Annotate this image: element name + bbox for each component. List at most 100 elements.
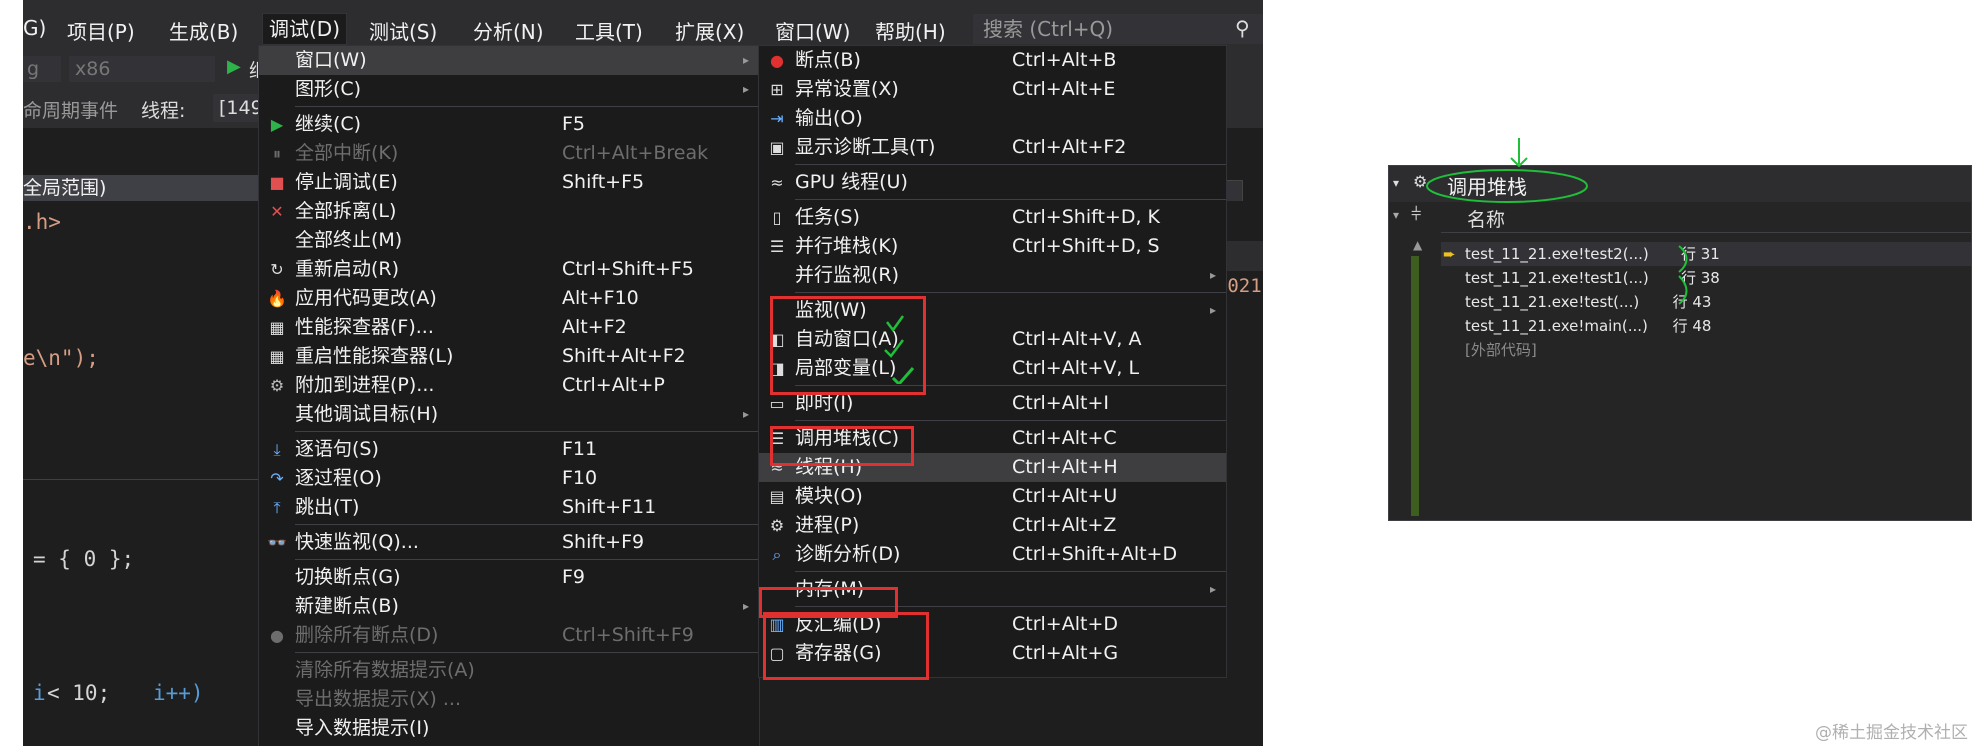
output-icon: ⇥ (770, 109, 784, 128)
debug-menu-item[interactable]: ⏸ 全部中断(K) Ctrl+Alt+Break (259, 139, 759, 168)
restart-icon: ↻ (270, 260, 284, 279)
code-line-printf: e\n"); (23, 346, 99, 370)
menu-item-shortcut: Ctrl+Alt+I (1012, 392, 1109, 414)
debug-menu-item[interactable]: 🔥 应用代码更改(A) Alt+F10 (259, 284, 759, 313)
menu-item-shortcut: Ctrl+Alt+C (1012, 427, 1117, 449)
menu-item-label: 重新启动(R) (295, 258, 400, 280)
menu-item-shortcut: Ctrl+Alt+H (1012, 456, 1118, 478)
menu-item-shortcut: Ctrl+Alt+F2 (1012, 136, 1127, 158)
debug-menu-item[interactable]: 全部终止(M) (259, 226, 759, 255)
menu-debug[interactable]: 调试(D) (261, 13, 348, 45)
annotation-box-disasm (763, 612, 929, 680)
frame-name: [外部代码] (1465, 341, 1537, 359)
debug-menu-item[interactable]: ▦ 重启性能探查器(L) Shift+Alt+F2 (259, 342, 759, 371)
process-icon: ⚙ (769, 516, 785, 535)
menu-item-label: 其他调试目标(H) (295, 403, 439, 425)
close-icon: ✕ (270, 202, 284, 221)
debug-menu-item[interactable]: 清除所有数据提示(A) (259, 656, 759, 685)
task-icon: ▯ (772, 208, 782, 227)
pause-icon: ⏸ (272, 144, 281, 163)
menu-tools[interactable]: 工具(T) (575, 16, 643, 45)
menu-analyze[interactable]: 分析(N) (473, 16, 544, 45)
menu-extensions[interactable]: 扩展(X) (675, 16, 744, 45)
menu-item-label: 任务(S) (795, 206, 860, 228)
window-menu-item[interactable]: ≈ GPU 线程(U) (759, 168, 1226, 197)
debug-menu-item[interactable]: ⤒ 跳出(T) Shift+F11 (259, 493, 759, 522)
debug-menu-item[interactable]: 导入数据提示(I) (259, 714, 759, 743)
debug-menu-item[interactable]: ● 删除所有断点(D) Ctrl+Shift+F9 (259, 621, 759, 650)
window-menu-item[interactable]: ⌕ 诊断分析(D) Ctrl+Shift+Alt+D (759, 540, 1226, 569)
debug-menu-item[interactable]: ■ 停止调试(E) Shift+F5 (259, 168, 759, 197)
menu-item-shortcut: F5 (562, 113, 586, 135)
platform-dropdown[interactable]: x86 (69, 56, 215, 82)
chevron-right-icon: ▸ (742, 53, 749, 67)
menu-item-label: 进程(P) (795, 514, 860, 536)
menu-item-label: 窗口(W) (295, 49, 367, 71)
debug-menu-item[interactable]: ⚙ 附加到进程(P)... Ctrl+Alt+P (259, 371, 759, 400)
window-menu-item[interactable]: ▤ 模块(O) Ctrl+Alt+U (759, 482, 1226, 511)
lifecycle-events[interactable]: 命周期事件 (23, 96, 118, 123)
menu-item-shortcut: Ctrl+Shift+D, K (1012, 206, 1161, 228)
window-menu-item[interactable]: ☰ 并行堆栈(K) Ctrl+Shift+D, S (759, 232, 1226, 261)
table-row[interactable]: [外部代码] (1441, 338, 1971, 362)
window-menu-item[interactable]: ● 断点(B) Ctrl+Alt+B (759, 46, 1226, 75)
debug-menu-item[interactable]: 切换断点(G) F9 (259, 563, 759, 592)
callstack-panel: ▾ ⚙ 调用堆栈 ▾ ⫩ 名称 ▲ ➨ test_11_21.exe!test2(… (1388, 138, 1972, 521)
play-icon: ▶ (270, 115, 284, 134)
debug-menu-item[interactable]: ↻ 重新启动(R) Ctrl+Shift+F5 (259, 255, 759, 284)
menu-item-label: 逐语句(S) (295, 438, 379, 460)
debug-menu-item[interactable]: ▦ 性能探查器(F)... Alt+F2 (259, 313, 759, 342)
profiler-icon: ▦ (269, 318, 285, 337)
menu-git[interactable]: G) (23, 16, 46, 40)
debug-menu-item[interactable]: ↷ 逐过程(O) F10 (259, 464, 759, 493)
menu-separator (795, 420, 1226, 421)
menu-item-label: 停止调试(E) (295, 171, 398, 193)
menu-item-label: 应用代码更改(A) (295, 287, 437, 309)
menu-item-label: 全部终止(M) (295, 229, 403, 251)
config-dropdown[interactable]: g (23, 56, 61, 82)
menu-help[interactable]: 帮助(H) (875, 16, 946, 45)
breakpoint-icon: ● (770, 51, 784, 70)
debug-menu-item[interactable]: ⤓ 逐语句(S) F11 (259, 435, 759, 464)
menu-build[interactable]: 生成(B) (169, 16, 238, 45)
modules-icon: ▤ (769, 487, 785, 506)
run-icon[interactable]: ▶ (227, 56, 241, 77)
menu-window[interactable]: 窗口(W) (775, 16, 850, 45)
debug-menu-item[interactable]: 窗口(W) ▸ (259, 46, 759, 75)
menu-item-label: 附加到进程(P)... (295, 374, 435, 396)
menu-item-shortcut: Ctrl+Shift+Alt+D (1012, 543, 1178, 565)
menu-item-label: 断点(B) (795, 49, 861, 71)
debug-menu-item[interactable]: 图形(C) ▸ (259, 75, 759, 104)
debug-menu-item[interactable]: 新建断点(B) ▸ (259, 592, 759, 621)
menu-item-shortcut: Ctrl+Alt+G (1012, 642, 1119, 664)
window-menu-item[interactable]: ⇥ 输出(O) (759, 104, 1226, 133)
debug-menu-item[interactable]: ▶ 继续(C) F5 (259, 110, 759, 139)
step-over-icon: ↷ (270, 469, 284, 488)
search-input[interactable]: 搜索 (Ctrl+Q) (973, 14, 1263, 44)
menu-item-label: GPU 线程(U) (795, 171, 908, 193)
debug-menu-item[interactable]: ✕ 全部拆离(L) (259, 197, 759, 226)
menu-item-label: 并行堆栈(K) (795, 235, 899, 257)
analysis-icon: ⌕ (772, 545, 782, 564)
menu-item-label: 异常设置(X) (795, 78, 899, 100)
window-menu-item[interactable]: ▣ 显示诊断工具(T) Ctrl+Alt+F2 (759, 133, 1226, 162)
menu-bar: G) 项目(P) 生成(B) 调试(D) 测试(S) 分析(N) 工具(T) 扩… (23, 10, 1263, 50)
menu-project[interactable]: 项目(P) (67, 16, 135, 45)
menu-item-label: 诊断分析(D) (795, 543, 901, 565)
debug-menu-item[interactable]: 其他调试目标(H) ▸ (259, 400, 759, 429)
menu-item-shortcut: Ctrl+Alt+P (562, 374, 665, 396)
gear-icon: ⚙ (269, 376, 285, 395)
ide-window: G) 项目(P) 生成(B) 调试(D) 测试(S) 分析(N) 工具(T) 扩… (23, 0, 1263, 746)
window-menu-item[interactable]: ⚙ 进程(P) Ctrl+Alt+Z (759, 511, 1226, 540)
code-line-array: = { 0 }; (33, 547, 135, 571)
menu-test[interactable]: 测试(S) (369, 16, 437, 45)
search-icon[interactable]: ⚲ (1235, 16, 1250, 40)
title-strip (23, 0, 1263, 10)
window-menu-item[interactable]: 并行监视(R) ▸ (759, 261, 1226, 290)
debug-menu-item[interactable]: 导出数据提示(X) ... (259, 685, 759, 714)
window-menu-item[interactable]: ⊞ 异常设置(X) Ctrl+Alt+E (759, 75, 1226, 104)
scope-dropdown[interactable]: 全局范围) (23, 175, 293, 201)
window-menu-item[interactable]: ▯ 任务(S) Ctrl+Shift+D, K (759, 203, 1226, 232)
debug-menu-item[interactable]: 👓 快速监视(Q)... Shift+F9 (259, 528, 759, 557)
menu-item-shortcut: Ctrl+Shift+F9 (562, 624, 694, 646)
